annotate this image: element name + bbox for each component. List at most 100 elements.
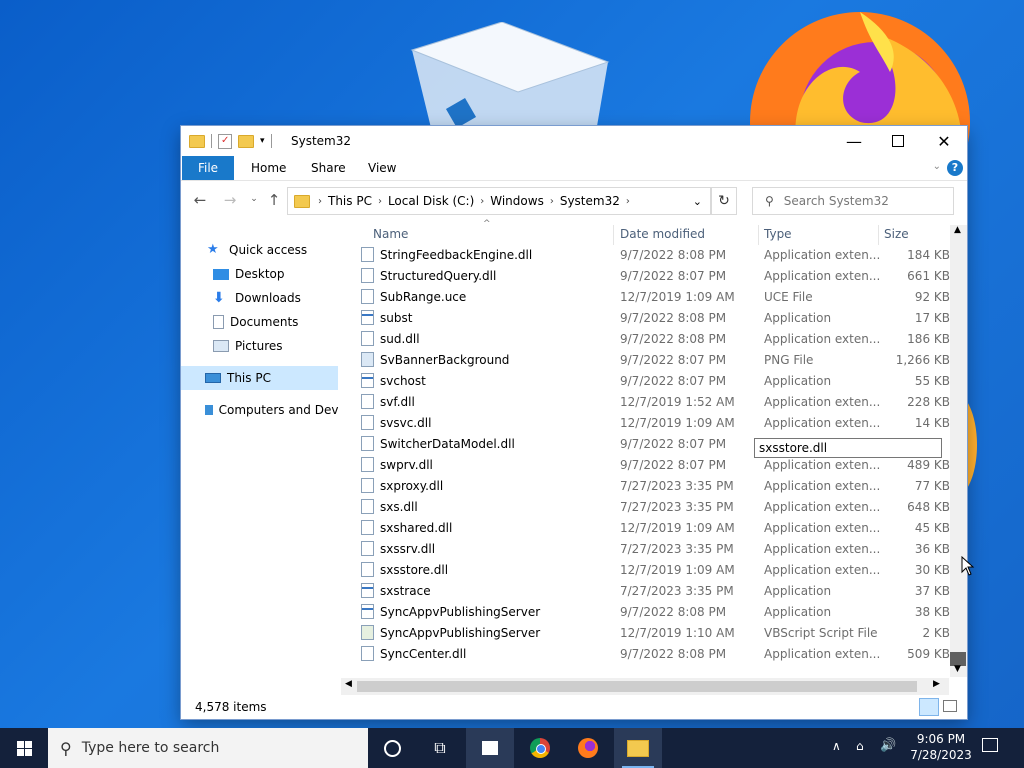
file-row[interactable]: sxshared.dll 12/7/2019 1:09 AM Application… bbox=[357, 517, 951, 538]
file-size: 17 KB bbox=[914, 311, 950, 325]
firefox-button[interactable] bbox=[564, 728, 612, 768]
scroll-thumb[interactable] bbox=[357, 681, 917, 692]
file-row[interactable]: sxsstore.dll 12/7/2019 1:09 AM Application… bbox=[357, 559, 951, 580]
dll-file-icon bbox=[361, 541, 374, 556]
large-icons-view-button[interactable] bbox=[943, 700, 957, 712]
breadcrumb-system32[interactable]: System32 bbox=[556, 194, 624, 208]
details-view-button[interactable] bbox=[919, 698, 939, 716]
file-size: 648 KB bbox=[907, 500, 950, 514]
breadcrumb-this-pc[interactable]: This PC bbox=[324, 194, 376, 208]
network-icon bbox=[205, 405, 213, 415]
file-size: 489 KB bbox=[907, 458, 950, 472]
breadcrumb-local-disk[interactable]: Local Disk (C:) bbox=[384, 194, 478, 208]
file-explorer-button[interactable] bbox=[614, 728, 662, 768]
tab-view[interactable]: View bbox=[356, 156, 408, 180]
file-row[interactable]: SubRange.uce 12/7/2019 1:09 AM UCE File 92 … bbox=[357, 286, 951, 307]
file-date: 9/7/2022 8:07 PM bbox=[620, 353, 727, 367]
file-row[interactable]: sxproxy.dll 7/27/2023 3:35 PM Application … bbox=[357, 475, 951, 496]
expand-ribbon-icon[interactable]: ⌄ bbox=[933, 161, 941, 172]
search-box[interactable]: ⚲ Search System32 bbox=[752, 187, 954, 215]
file-name: sxproxy.dll bbox=[380, 479, 444, 493]
nav-quick-access[interactable]: ★ Quick access bbox=[181, 238, 338, 262]
recent-locations-button[interactable]: ⌄ bbox=[243, 194, 265, 214]
nav-network[interactable]: Computers and Devices bbox=[181, 398, 338, 422]
file-name: SyncAppvPublishingServer bbox=[380, 605, 541, 619]
properties-icon[interactable]: ✓ bbox=[218, 133, 232, 149]
file-row[interactable]: svf.dll 12/7/2019 1:52 AM Application exte… bbox=[357, 391, 951, 412]
dll-file-icon bbox=[361, 436, 374, 451]
network-status-icon[interactable]: ⌂ bbox=[856, 739, 864, 753]
scroll-up-icon[interactable]: ▲ bbox=[954, 225, 961, 235]
column-date-modified[interactable]: Date modified bbox=[620, 227, 705, 241]
vertical-scrollbar[interactable]: ▲ ▼ bbox=[950, 225, 967, 677]
address-bar[interactable]: › This PC › Local Disk (C:) › Windows › … bbox=[287, 187, 711, 215]
dll-file-icon bbox=[361, 457, 374, 472]
file-row[interactable]: StringFeedbackEngine.dll 9/7/2022 8:08 PM… bbox=[357, 244, 951, 265]
file-row[interactable]: SyncAppvPublishingServer 9/7/2022 8:08 PM… bbox=[357, 601, 951, 622]
nav-this-pc[interactable]: This PC bbox=[181, 366, 338, 390]
file-type: Application exten... bbox=[764, 563, 881, 577]
file-size: 92 KB bbox=[914, 290, 950, 304]
file-row[interactable]: sxssrv.dll 7/27/2023 3:35 PM Application e… bbox=[357, 538, 951, 559]
scroll-right-icon[interactable]: ▶ bbox=[933, 679, 940, 689]
clock[interactable]: 9:06 PM 7/28/2023 bbox=[906, 731, 976, 763]
nav-documents[interactable]: Documents 📌 bbox=[181, 310, 338, 334]
task-view-button[interactable]: ⧉ bbox=[416, 728, 464, 768]
nav-downloads[interactable]: ⬇ Downloads 📌 bbox=[181, 286, 338, 310]
column-size[interactable]: Size bbox=[884, 227, 909, 241]
minimize-button[interactable]: — bbox=[831, 126, 877, 156]
download-arrow-icon: ⬇ bbox=[213, 290, 225, 306]
file-row[interactable]: SyncAppvPublishingServer 12/7/2019 1:10 A… bbox=[357, 622, 951, 643]
tab-home[interactable]: Home bbox=[239, 156, 298, 180]
column-divider[interactable] bbox=[878, 225, 879, 245]
refresh-button[interactable]: ↻ bbox=[711, 187, 737, 215]
back-button[interactable]: ← bbox=[189, 191, 211, 211]
file-row[interactable]: subst 9/7/2022 8:08 PM Application 17 KB bbox=[357, 307, 951, 328]
cortana-button[interactable] bbox=[368, 728, 416, 768]
new-folder-icon[interactable] bbox=[238, 134, 254, 148]
horizontal-scrollbar[interactable]: ◀ ▶ bbox=[341, 678, 949, 695]
file-row[interactable]: svsvc.dll 12/7/2019 1:09 AM Application ex… bbox=[357, 412, 951, 433]
nav-pictures[interactable]: Pictures 📌 bbox=[181, 334, 338, 358]
column-name[interactable]: Name bbox=[373, 227, 408, 241]
search-input[interactable]: Search System32 bbox=[784, 194, 889, 208]
breadcrumb-windows[interactable]: Windows bbox=[486, 194, 548, 208]
dll-file-icon bbox=[361, 331, 374, 346]
start-button[interactable] bbox=[0, 728, 48, 768]
file-name: subst bbox=[380, 311, 413, 325]
up-button[interactable]: ↑ bbox=[263, 191, 285, 211]
nav-desktop[interactable]: Desktop 📌 bbox=[181, 262, 338, 286]
file-row[interactable]: svchost 9/7/2022 8:07 PM Application 55 KB bbox=[357, 370, 951, 391]
taskbar-search-box[interactable]: ⚲ Type here to search bbox=[48, 728, 368, 768]
recycle-bin-icon[interactable] bbox=[410, 22, 610, 132]
customize-toolbar-icon[interactable]: ▾ bbox=[260, 136, 265, 146]
file-date: 12/7/2019 1:09 AM bbox=[620, 521, 735, 535]
forward-button[interactable]: → bbox=[219, 191, 241, 211]
file-row[interactable]: sxs.dll 7/27/2023 3:35 PM Application exte… bbox=[357, 496, 951, 517]
file-row[interactable]: SyncCenter.dll 9/7/2022 8:08 PM Applicatio… bbox=[357, 643, 951, 664]
volume-icon[interactable]: 🔊 bbox=[880, 738, 896, 753]
folder-icon bbox=[294, 194, 310, 208]
file-row[interactable]: SvBannerBackground 9/7/2022 8:07 PM PNG Fi… bbox=[357, 349, 951, 370]
store-button[interactable] bbox=[466, 728, 514, 768]
taskbar-search-input[interactable]: Type here to search bbox=[82, 740, 220, 756]
file-date: 9/7/2022 8:08 PM bbox=[620, 332, 727, 346]
address-dropdown-icon[interactable]: ⌄ bbox=[693, 195, 702, 208]
close-button[interactable]: ✕ bbox=[921, 126, 967, 156]
scroll-down-icon[interactable]: ▼ bbox=[954, 664, 961, 674]
help-icon[interactable]: ? bbox=[947, 160, 963, 176]
file-row[interactable]: StructuredQuery.dll 9/7/2022 8:07 PM Appli… bbox=[357, 265, 951, 286]
column-type[interactable]: Type bbox=[764, 227, 792, 241]
column-divider[interactable] bbox=[613, 225, 614, 245]
file-row[interactable]: sud.dll 9/7/2022 8:08 PM Application exten… bbox=[357, 328, 951, 349]
tab-share[interactable]: Share bbox=[299, 156, 358, 180]
notification-center-icon[interactable] bbox=[982, 738, 998, 752]
chrome-button[interactable] bbox=[516, 728, 564, 768]
show-hidden-icons-button[interactable]: ∧ bbox=[832, 739, 841, 753]
scroll-left-icon[interactable]: ◀ bbox=[345, 679, 352, 689]
tab-file[interactable]: File bbox=[182, 156, 234, 180]
column-divider[interactable] bbox=[758, 225, 759, 245]
file-date: 7/27/2023 3:35 PM bbox=[620, 584, 734, 598]
maximize-button[interactable] bbox=[875, 126, 921, 156]
file-row[interactable]: sxstrace 7/27/2023 3:35 PM Application 37 K… bbox=[357, 580, 951, 601]
